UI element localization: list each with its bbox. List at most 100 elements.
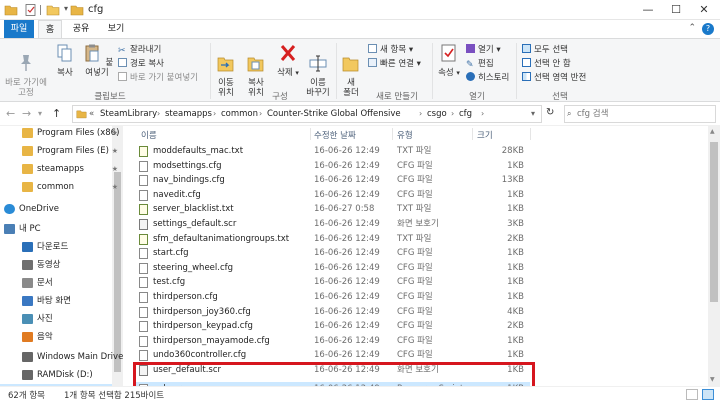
nav-item[interactable]: 사진 (0, 310, 112, 328)
copy-button[interactable]: 복사 (52, 43, 78, 78)
select-all-button[interactable]: 모두 선택 (522, 43, 568, 55)
tab-file[interactable]: 파일 (4, 20, 34, 38)
file-row[interactable]: start.cfg 16-06-26 12:49 CFG 파일 1KB (136, 246, 530, 260)
file-row[interactable]: thirdperson_keypad.cfg 16-06-26 12:49 CFG … (136, 319, 530, 333)
large-icons-view-button[interactable] (702, 389, 714, 400)
file-date: 16-06-26 12:49 (314, 233, 380, 244)
address-bar[interactable]: « SteamLibrary › steamapps › common › Co… (72, 105, 542, 123)
column-header-type[interactable]: 유형 (397, 129, 413, 141)
back-arrow-icon[interactable]: ← (6, 107, 15, 120)
tab-view[interactable]: 보기 (104, 20, 128, 38)
new-item-button[interactable]: 새 항목 ▾ (368, 43, 413, 55)
breadcrumb-steamapps[interactable]: steamapps (165, 109, 212, 119)
chevron-down-icon[interactable]: ▾ (531, 109, 535, 118)
customize-qat-icon[interactable]: ▾ (64, 4, 68, 13)
nav-item[interactable]: 다운로드 (0, 238, 112, 256)
search-box[interactable]: ⌕ (564, 105, 716, 123)
paste-button[interactable]: 붙여넣기 (80, 43, 114, 78)
file-row[interactable]: user_default.scr 16-06-26 12:49 화면 보호기 1KB (136, 363, 530, 377)
new-folder-icon[interactable] (46, 3, 60, 17)
breadcrumb-overflow[interactable]: « (89, 109, 94, 119)
file-row[interactable]: test.cfg 16-06-26 12:49 CFG 파일 1KB (136, 275, 530, 289)
scissors-icon: ✂ (118, 46, 126, 56)
nav-item[interactable]: 내 PC (0, 220, 112, 238)
maximize-button[interactable]: ☐ (662, 0, 690, 20)
close-button[interactable]: ✕ (690, 0, 718, 20)
invert-selection-button[interactable]: 선택 영역 반전 (522, 71, 586, 83)
file-row[interactable]: nav_bindings.cfg 16-06-26 12:49 CFG 파일 13KB (136, 173, 530, 187)
chevron-right-icon[interactable]: › (481, 109, 484, 118)
breadcrumb-cfg[interactable]: cfg (459, 109, 472, 119)
breadcrumb-csgo-folder[interactable]: Counter-Strike Global Offensive (267, 109, 401, 119)
nav-item[interactable]: Program Files (E) ★ (0, 142, 118, 160)
nav-item[interactable]: OneDrive (0, 200, 112, 218)
column-divider[interactable] (530, 128, 531, 140)
column-divider[interactable] (392, 128, 393, 140)
cut-button[interactable]: ✂ 잘라내기 (118, 43, 161, 56)
open-button[interactable]: 열기 ▾ (466, 43, 501, 55)
column-divider[interactable] (472, 128, 473, 140)
chevron-right-icon[interactable]: › (419, 109, 422, 118)
nav-item[interactable]: RAMDisk (D:) (0, 366, 112, 384)
chevron-right-icon[interactable]: › (157, 109, 160, 118)
forward-arrow-icon[interactable]: → (22, 107, 31, 120)
chevron-right-icon[interactable]: › (213, 109, 216, 118)
help-icon[interactable]: ? (702, 23, 714, 35)
paste-shortcut-button[interactable]: 바로 가기 붙여넣기 (118, 71, 198, 83)
recent-locations-icon[interactable]: ▾ (38, 109, 42, 118)
file-row[interactable]: undo360controller.cfg 16-06-26 12:49 CFG 파… (136, 348, 530, 362)
breadcrumb-csgo[interactable]: csgo (427, 109, 447, 119)
file-row[interactable]: moddefaults_mac.txt 16-06-26 12:49 TXT 파일 2… (136, 144, 530, 158)
delete-button[interactable]: 삭제 ▾ (274, 43, 302, 78)
file-row[interactable]: settings_default.scr 16-06-26 12:49 화면 보호기… (136, 217, 530, 231)
nav-scrollbar-thumb[interactable] (114, 172, 121, 372)
chevron-up-icon[interactable]: ⌃ (688, 23, 696, 33)
chevron-right-icon[interactable]: › (259, 109, 262, 118)
scroll-up-icon[interactable]: ▲ (710, 128, 715, 135)
file-list-scrollbar-thumb[interactable] (710, 142, 718, 302)
minimize-button[interactable]: — (634, 0, 662, 20)
nav-item[interactable]: 동영상 (0, 256, 112, 274)
chevron-right-icon[interactable]: › (451, 109, 454, 118)
tab-share[interactable]: 공유 (68, 20, 94, 38)
nav-item[interactable]: 음악 (0, 328, 112, 346)
column-divider[interactable] (310, 128, 311, 140)
file-row[interactable]: steering_wheel.cfg 16-06-26 12:49 CFG 파일 1K… (136, 261, 530, 275)
nav-item[interactable]: common ★ (0, 178, 118, 196)
nav-item[interactable]: 바탕 화면 (0, 292, 112, 310)
breadcrumb-common[interactable]: common (221, 109, 258, 119)
file-row[interactable]: navedit.cfg 16-06-26 12:49 CFG 파일 1KB (136, 188, 530, 202)
nav-item[interactable]: Windows Main Drive (0, 348, 123, 366)
file-list-scrollbar[interactable]: ▲ ▼ (708, 126, 720, 386)
up-arrow-icon[interactable]: ↑ (52, 107, 61, 120)
file-row[interactable]: thirdperson.cfg 16-06-26 12:49 CFG 파일 1KB (136, 290, 530, 304)
properties-button[interactable]: 속성 ▾ (434, 43, 464, 78)
breadcrumb-steamlibrary[interactable]: SteamLibrary (100, 109, 157, 119)
nav-item[interactable]: Program Files (x86) ★ (0, 126, 119, 142)
select-none-button[interactable]: 선택 안 함 (522, 57, 571, 69)
column-header-name[interactable]: 이름 (141, 129, 157, 141)
file-row[interactable]: server_blacklist.txt 16-06-27 0:58 TXT 파일 1… (136, 202, 530, 216)
pin-icon: ★ (111, 147, 118, 155)
pin-to-quick-access-button[interactable]: 바로 가기에 고정 (2, 43, 50, 98)
nav-item[interactable]: 문서 (0, 274, 112, 292)
column-header-date[interactable]: 수정한 날짜 (314, 129, 356, 141)
refresh-icon[interactable]: ↻ (546, 107, 554, 118)
file-row[interactable]: sfm_defaultanimationgroups.txt 16-06-26 1… (136, 232, 530, 246)
file-row[interactable]: thirdperson_joy360.cfg 16-06-26 12:49 CFG … (136, 305, 530, 319)
history-button[interactable]: 히스토리 (466, 71, 509, 83)
scroll-down-icon[interactable]: ▼ (710, 376, 715, 383)
search-input[interactable] (565, 106, 695, 122)
move-to-button[interactable]: 이동 위치 (212, 43, 240, 98)
file-row[interactable]: thirdperson_mayamode.cfg 16-06-26 12:49 CF… (136, 334, 530, 348)
edit-button[interactable]: ✎ 편집 (466, 57, 494, 70)
copy-path-button[interactable]: 경로 복사 (118, 57, 164, 69)
tab-home[interactable]: 홈 (38, 20, 62, 38)
column-header-size[interactable]: 크기 (477, 129, 493, 141)
details-view-button[interactable] (686, 389, 698, 400)
properties-icon[interactable] (24, 3, 38, 17)
easy-access-button[interactable]: 빠른 연결 ▾ (368, 57, 421, 69)
file-row[interactable]: modsettings.cfg 16-06-26 12:49 CFG 파일 1KB (136, 159, 530, 173)
group-divider (516, 43, 517, 99)
nav-item[interactable]: steamapps ★ (0, 160, 118, 178)
